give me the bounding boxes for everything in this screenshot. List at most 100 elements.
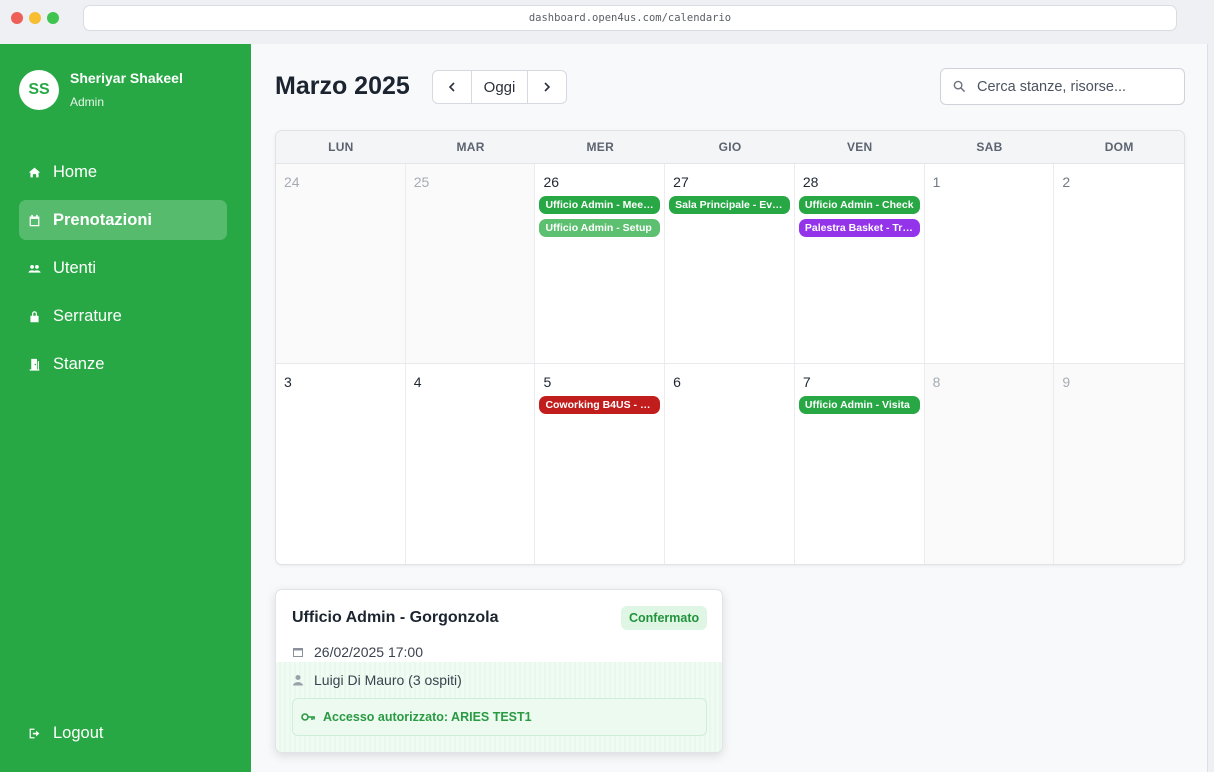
calendar-event[interactable]: Ufficio Admin - Visita [798, 396, 920, 414]
access-info: Accesso autorizzato: ARIES TEST1 [292, 698, 707, 736]
calendar-event-label: Ufficio Admin - Visita [804, 399, 910, 411]
weekday-header: LUN MAR MER GIO VEN SAB DOM [276, 131, 1184, 164]
logout-icon [27, 726, 41, 740]
logout-label: Logout [53, 723, 104, 742]
sidebar-item-prenotazioni[interactable]: Prenotazioni [19, 200, 227, 240]
main-content: Marzo 2025 Oggi LUNMARMERGIOVENSABDOM 24… [251, 44, 1207, 772]
sidebar-item-label: Utenti [53, 258, 97, 277]
day-number: 5 [543, 374, 552, 390]
sidebar-item-label: Stanze [53, 354, 105, 373]
day-number: 8 [932, 374, 941, 390]
booking-detail-card[interactable]: Ufficio Admin - Gorgonzola Confermato 26… [275, 589, 723, 753]
calendar-event[interactable]: Ufficio Admin - Meeting [539, 196, 661, 214]
chevron-right-icon [544, 82, 551, 92]
users-icon [27, 261, 41, 275]
sidebar: SS Sheriyar Shakeel Admin Home Prenotazi… [0, 44, 251, 772]
day-number: 24 [284, 174, 300, 190]
calendar-event[interactable]: Palestra Basket - Training [798, 219, 920, 237]
calendar-day-cell[interactable]: 1 [925, 164, 1055, 363]
status-badge: Confermato [621, 606, 708, 630]
calendar-grid: LUN MAR MER GIO VEN SAB DOM 24 25 26 Ufficio Admi… [275, 130, 1185, 565]
window-minimize-button[interactable] [29, 12, 41, 24]
calendar-event-label: Ufficio Admin - Meeting [545, 199, 655, 211]
day-number: 4 [413, 374, 422, 390]
calendar-event[interactable]: Sala Principale - Evento [669, 196, 791, 214]
calendar-day-cell[interactable]: 28 Ufficio Admin - Check Palestra Basket -… [795, 164, 925, 363]
calendar-event-label: Palestra Basket - Training [804, 222, 914, 234]
next-month-button[interactable] [528, 71, 566, 103]
day-number: 7 [802, 374, 811, 390]
calendar-day-cell[interactable]: 6 [665, 364, 795, 564]
today-button[interactable]: Oggi [471, 71, 528, 103]
weekday-label: SAB [976, 140, 1003, 154]
prev-month-button[interactable] [433, 71, 471, 103]
day-number: 3 [284, 374, 292, 390]
day-number: 26 [543, 174, 560, 190]
calendar-event[interactable]: Ufficio Admin - Setup [539, 219, 661, 237]
calendar-day-cell[interactable]: 9 [1054, 364, 1184, 564]
sidebar-item-home[interactable]: Home [19, 152, 227, 192]
booking-datetime: 26/02/2025 17:00 [292, 644, 423, 660]
day-number: 2 [1062, 174, 1071, 190]
door-icon [27, 357, 41, 371]
calendar-day-cell[interactable]: 25 [405, 164, 536, 363]
user-role: Admin [70, 95, 105, 109]
sidebar-item-stanze[interactable]: Stanze [19, 344, 227, 384]
access-text: Accesso autorizzato: ARIES TEST1 [323, 710, 532, 724]
sidebar-item-label: Home [53, 162, 98, 181]
calendar-day-cell[interactable]: 8 [924, 364, 1055, 564]
window-close-button[interactable] [11, 12, 23, 24]
calendar-event-label: Coworking B4US - Meeting [545, 399, 655, 411]
weekday-label: DOM [1104, 140, 1134, 154]
search-input[interactable] [977, 78, 1177, 95]
calendar-day-cell[interactable]: 7 Ufficio Admin - Visita [795, 364, 925, 564]
weekday-label: GIO [718, 140, 742, 154]
month-navigation: Oggi [432, 70, 567, 104]
day-number: 9 [1062, 374, 1071, 390]
avatar: SS [19, 70, 59, 110]
calendar-day-cell[interactable]: 2 [1054, 164, 1184, 363]
weekday-label: LUN [328, 140, 354, 154]
day-number: 25 [413, 174, 430, 190]
day-number: 27 [673, 174, 689, 190]
calendar-day-cell[interactable]: 4 [406, 364, 536, 564]
chevron-left-icon [448, 82, 455, 92]
calendar-event-label: Ufficio Admin - Check [804, 199, 914, 211]
home-icon [27, 165, 41, 179]
calendar-week: 24 25 26 Ufficio Admin - Meeting Ufficio Adm… [276, 164, 1184, 364]
page-title: Marzo 2025 [275, 72, 410, 100]
weekday-label: MER [586, 140, 615, 154]
calendar-day-cell[interactable]: 5 Coworking B4US - Meeting [535, 364, 666, 564]
booking-datetime-text: 26/02/2025 17:00 [314, 644, 423, 660]
calendar-event[interactable]: Coworking B4US - Meeting [539, 396, 661, 414]
calendar-event-label: Ufficio Admin - Setup [545, 222, 652, 234]
lock-icon [27, 309, 41, 323]
calendar-event-label: Sala Principale - Evento [675, 199, 785, 211]
calendar-icon [293, 648, 303, 657]
calendar-week: 3 4 5 Coworking B4US - Meeting 6 7 Ufficio Adm… [276, 364, 1184, 564]
address-bar[interactable]: dashboard.open4us.com/calendario [83, 5, 1177, 31]
calendar-day-cell[interactable]: 3 [276, 364, 406, 564]
booking-guest-text: Luigi Di Mauro (3 ospiti) [314, 672, 462, 688]
logout-button[interactable]: Logout [19, 713, 227, 753]
person-icon [293, 675, 303, 686]
key-icon [301, 713, 315, 721]
scrollbar[interactable] [1207, 44, 1214, 772]
calendar-day-cell[interactable]: 24 [276, 164, 406, 363]
calendar-icon [27, 213, 41, 227]
search-box [940, 68, 1185, 105]
weekday-label: VEN [846, 140, 873, 154]
weekday-label: MAR [456, 140, 485, 154]
calendar-event[interactable]: Ufficio Admin - Check [798, 196, 920, 214]
calendar-day-cell[interactable]: 26 Ufficio Admin - Meeting Ufficio Admin -… [535, 164, 666, 363]
calendar-day-cell[interactable]: 27 Sala Principale - Evento [665, 164, 795, 363]
day-number: 6 [673, 374, 681, 390]
user-name: Sheriyar Shakeel [70, 70, 183, 86]
sidebar-item-utenti[interactable]: Utenti [19, 248, 227, 288]
booking-guest: Luigi Di Mauro (3 ospiti) [292, 672, 462, 688]
sidebar-item-label: Serrature [53, 306, 122, 325]
day-number: 28 [802, 174, 819, 190]
window-maximize-button[interactable] [47, 12, 59, 24]
search-icon [953, 80, 966, 93]
sidebar-item-serrature[interactable]: Serrature [19, 296, 227, 336]
